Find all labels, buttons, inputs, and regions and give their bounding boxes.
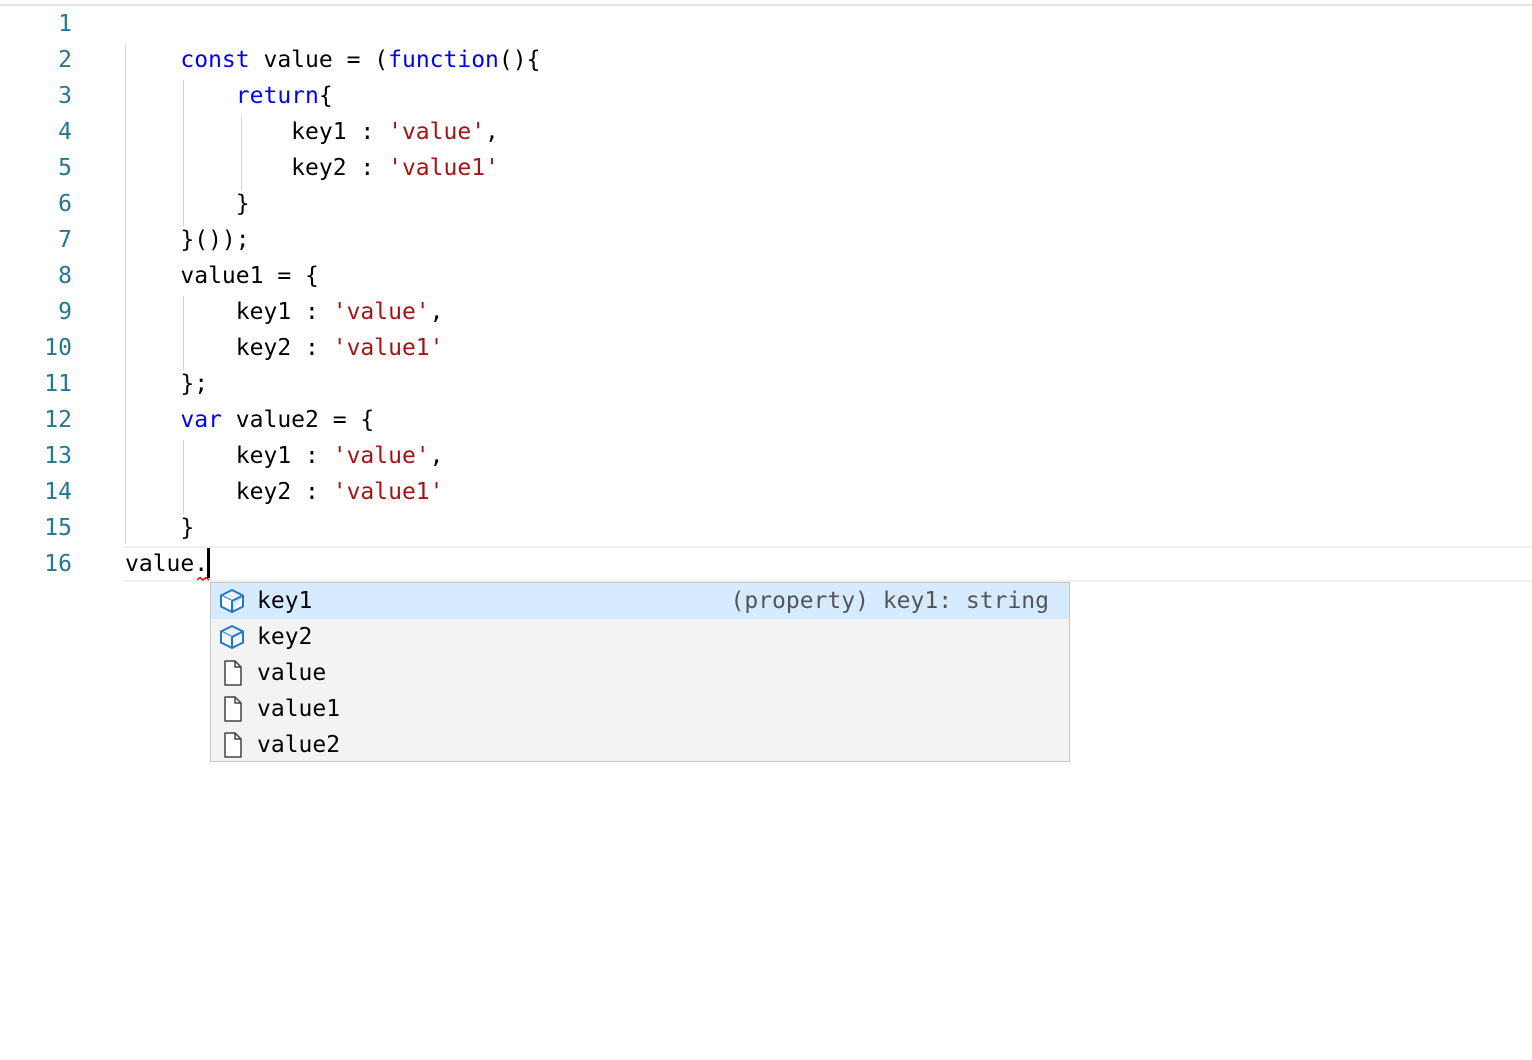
text-cursor xyxy=(207,548,210,578)
code-token: } xyxy=(125,515,195,541)
document-icon xyxy=(218,732,246,758)
string-token: 'value1' xyxy=(332,335,444,361)
document-icon xyxy=(218,696,246,722)
code-token: (){ xyxy=(498,47,541,73)
code-token: key1 : xyxy=(125,299,333,325)
document-icon xyxy=(218,660,246,686)
code-token: { xyxy=(318,83,333,109)
code-token: key1 : xyxy=(125,443,333,469)
suggestion-item-value2[interactable]: value2 xyxy=(211,727,1069,763)
code-token: }; xyxy=(125,371,209,397)
code-token: } xyxy=(125,191,250,217)
code-line: key2 : 'value1' xyxy=(125,150,499,186)
suggestion-label: value2 xyxy=(257,732,341,758)
suggestion-label: value1 xyxy=(257,696,341,722)
line-number: 7 xyxy=(58,227,72,253)
string-token: 'value' xyxy=(388,119,486,145)
line-number: 5 xyxy=(58,155,72,181)
line-number: 6 xyxy=(58,191,72,217)
code-line: const value = (function(){ xyxy=(125,42,540,78)
code-line: } xyxy=(125,510,194,546)
code-token: key1 : xyxy=(125,119,389,145)
line-number: 11 xyxy=(44,371,72,397)
suggestion-item-value[interactable]: value xyxy=(211,655,1069,691)
code-line: var value2 = { xyxy=(125,402,374,438)
code-line: key1 : 'value', xyxy=(125,438,444,474)
property-cube-icon xyxy=(218,624,246,650)
suggestion-label: key2 xyxy=(257,624,313,650)
keyword-token: var xyxy=(180,407,222,433)
code-token: value. xyxy=(125,551,209,577)
line-number: 12 xyxy=(44,407,72,433)
code-token: , xyxy=(485,119,499,145)
line-number: 8 xyxy=(58,263,72,289)
code-line: value1 = { xyxy=(125,258,319,294)
line-number-gutter: 1 2 3 4 5 6 7 8 9 10 11 12 13 14 15 16 xyxy=(0,6,90,582)
line-number: 2 xyxy=(58,47,72,73)
code-line: key2 : 'value1' xyxy=(125,474,444,510)
suggestion-item-value1[interactable]: value1 xyxy=(211,691,1069,727)
line-number: 15 xyxy=(44,515,72,541)
code-token: }()); xyxy=(125,227,250,253)
code-token: key2 : xyxy=(125,335,333,361)
line-number: 1 xyxy=(58,11,72,37)
keyword-token: const xyxy=(180,47,250,73)
code-token: , xyxy=(429,299,444,325)
code-token: key2 : xyxy=(125,479,333,505)
suggestion-label: value xyxy=(257,660,327,686)
line-number: 13 xyxy=(44,443,72,469)
code-line: return{ xyxy=(125,78,333,114)
code-line: }; xyxy=(125,366,208,402)
code-line: key1 : 'value', xyxy=(125,294,444,330)
code-editor[interactable]: 1 2 3 4 5 6 7 8 9 10 11 12 13 14 15 16 const value = (f… xyxy=(0,6,1532,582)
line-number: 16 xyxy=(44,551,72,577)
string-token: 'value' xyxy=(332,299,430,325)
string-token: 'value1' xyxy=(388,155,499,181)
line-number: 9 xyxy=(58,299,72,325)
suggestion-item-key2[interactable]: key2 xyxy=(211,619,1069,655)
code-line: }()); xyxy=(125,222,250,258)
code-token: , xyxy=(429,443,444,469)
suggestion-label: key1 xyxy=(257,588,313,614)
code-token: key2 : xyxy=(125,155,389,181)
line-number: 10 xyxy=(44,335,72,361)
keyword-token: function xyxy=(388,47,499,73)
code-line: } xyxy=(125,186,250,222)
suggest-widget[interactable]: key1 (property) key1: string key2 value valu… xyxy=(210,582,1070,762)
current-line-highlight xyxy=(124,546,1532,582)
code-line: key2 : 'value1' xyxy=(125,330,444,366)
string-token: 'value' xyxy=(332,443,430,469)
code-line: key1 : 'value', xyxy=(125,114,499,150)
keyword-token: return xyxy=(235,83,319,109)
suggestion-item-key1[interactable]: key1 (property) key1: string xyxy=(211,583,1069,619)
line-number: 4 xyxy=(58,119,72,145)
code-token: value2 = { xyxy=(221,407,375,433)
code-token: value = ( xyxy=(249,47,389,73)
suggestion-detail: (property) key1: string xyxy=(730,588,1050,614)
code-token: value1 = { xyxy=(125,263,319,289)
line-number: 3 xyxy=(58,83,72,109)
code-line: value. xyxy=(125,546,208,582)
line-number: 14 xyxy=(44,479,72,505)
property-cube-icon xyxy=(218,588,246,614)
string-token: 'value1' xyxy=(332,479,444,505)
